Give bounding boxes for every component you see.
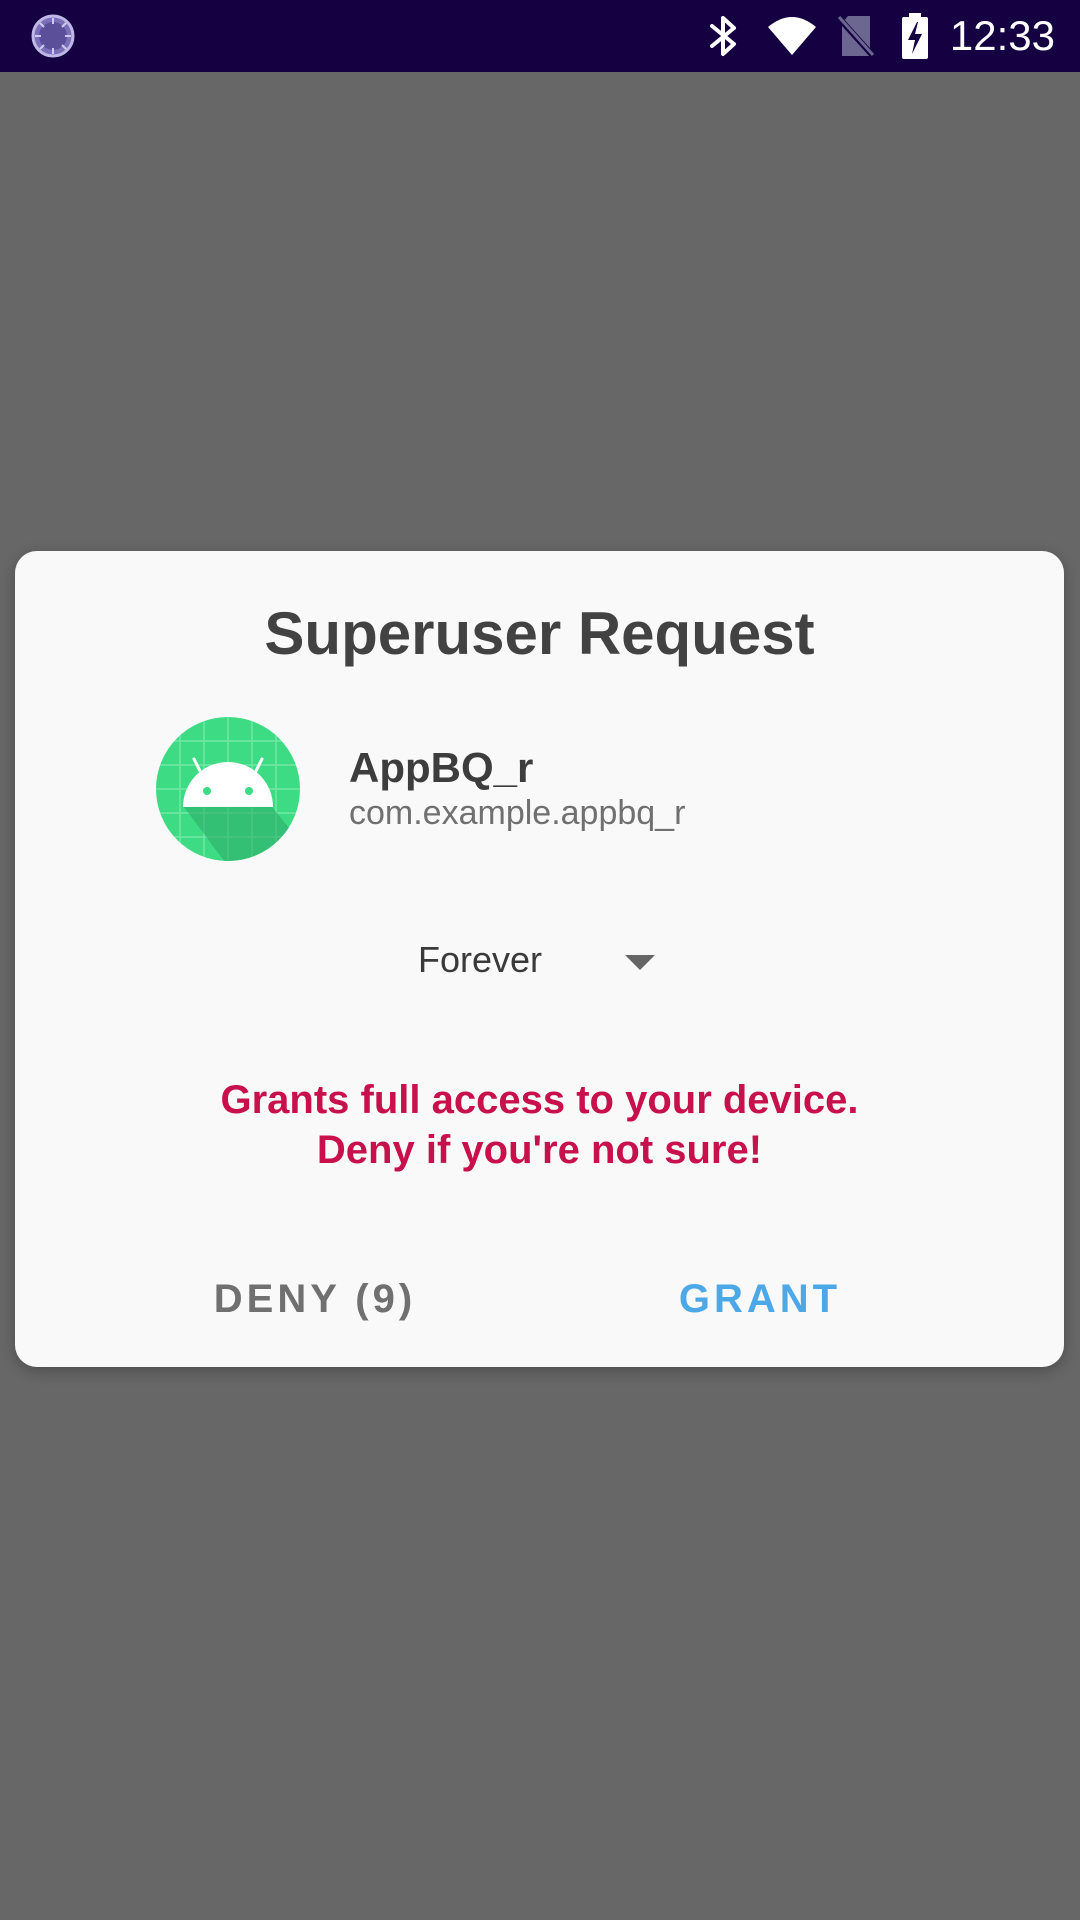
- warning-line-2: Deny if you're not sure!: [316, 1128, 763, 1172]
- warning-line-1: Grants full access to your device.: [220, 1078, 859, 1122]
- status-bar: 12:33: [0, 0, 1080, 72]
- app-name: AppBQ_r: [349, 744, 534, 791]
- wifi-icon: [766, 13, 818, 59]
- superuser-request-dialog: Superuser Request AppBQ_r com.example.ap…: [15, 551, 1064, 1367]
- android-app-icon: [156, 717, 300, 861]
- duration-dropdown[interactable]: Forever: [395, 931, 675, 1011]
- battery-charging-icon: [900, 11, 930, 61]
- duration-selected-value: Forever: [418, 939, 543, 980]
- dialog-title: Superuser Request: [264, 600, 815, 667]
- clock: 12:33: [949, 12, 1055, 59]
- no-sim-icon: [835, 13, 876, 59]
- bluetooth-icon: [706, 13, 740, 59]
- dropdown-arrow-icon: [625, 955, 655, 971]
- app-package-name: com.example.appbq_r: [349, 794, 686, 832]
- loading-circle-icon: [30, 13, 76, 59]
- grant-button[interactable]: GRANT: [655, 1259, 865, 1339]
- deny-button[interactable]: DENY (9): [195, 1259, 435, 1339]
- warning-message: Grants full access to your device. Deny …: [15, 1075, 1064, 1175]
